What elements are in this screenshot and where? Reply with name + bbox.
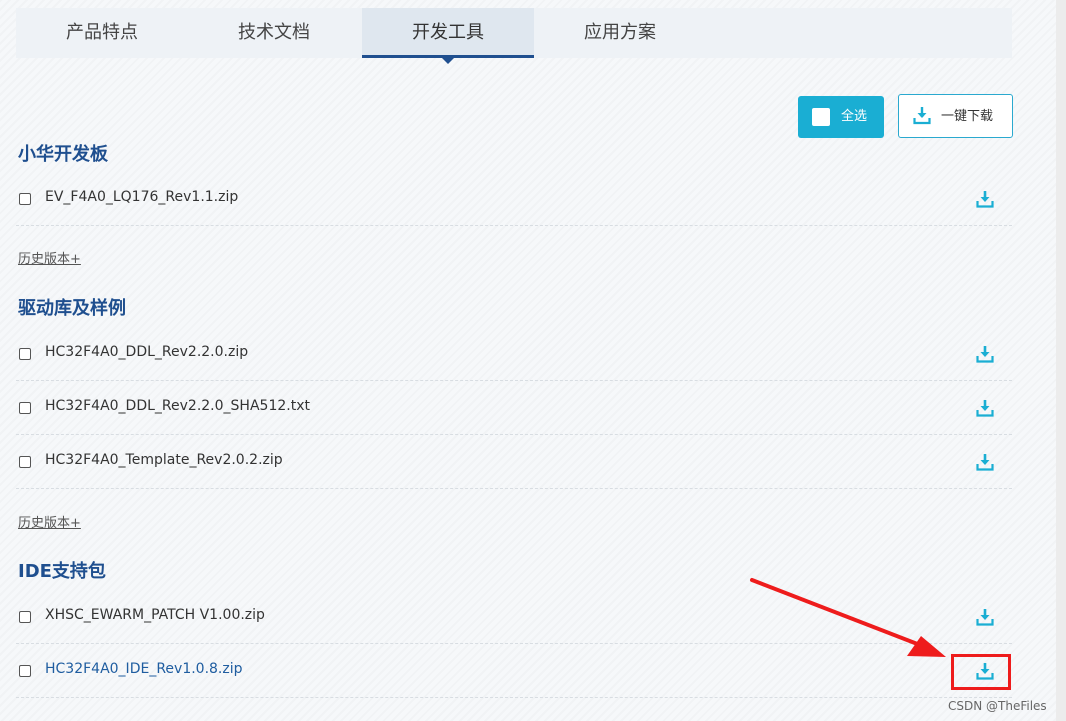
red-arrow-annotation	[750, 578, 946, 657]
watermark: CSDN @TheFiles	[948, 699, 1047, 713]
